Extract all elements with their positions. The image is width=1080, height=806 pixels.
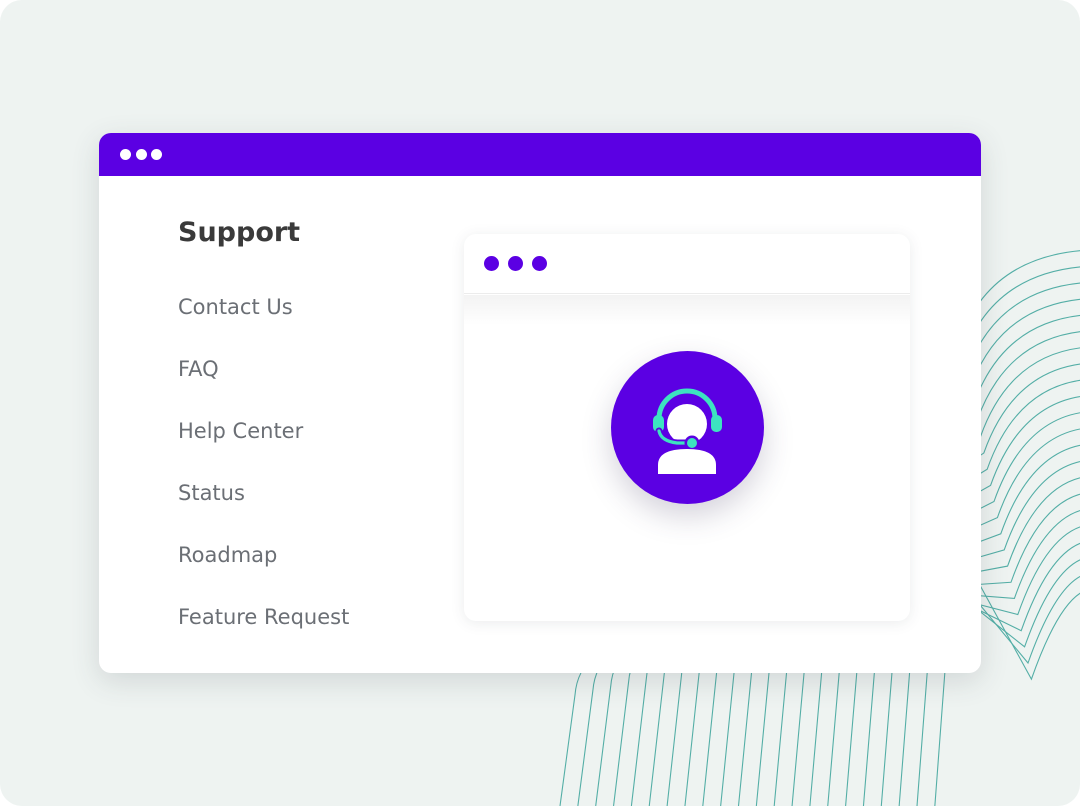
window-dot-2 <box>136 149 147 160</box>
window-dot-1 <box>120 149 131 160</box>
window-dot-3 <box>151 149 162 160</box>
support-agent-avatar <box>611 351 764 504</box>
menu-item-status[interactable]: Status <box>178 481 245 505</box>
preview-header-shadow <box>464 295 910 325</box>
preview-title-bar <box>464 234 910 294</box>
menu-item-feature-request[interactable]: Feature Request <box>178 605 349 629</box>
support-agent-headset-icon <box>653 388 722 474</box>
support-menu-title: Support <box>178 217 301 248</box>
browser-title-bar <box>99 133 981 176</box>
preview-dot-1 <box>484 256 499 271</box>
support-preview-window <box>464 234 910 621</box>
menu-item-help-center[interactable]: Help Center <box>178 419 303 443</box>
menu-item-faq[interactable]: FAQ <box>178 357 219 381</box>
menu-item-roadmap[interactable]: Roadmap <box>178 543 277 567</box>
menu-item-contact-us[interactable]: Contact Us <box>178 295 293 319</box>
illustration-canvas: Support Contact Us FAQ Help Center Statu… <box>0 0 1080 806</box>
preview-dot-3 <box>532 256 547 271</box>
preview-dot-2 <box>508 256 523 271</box>
